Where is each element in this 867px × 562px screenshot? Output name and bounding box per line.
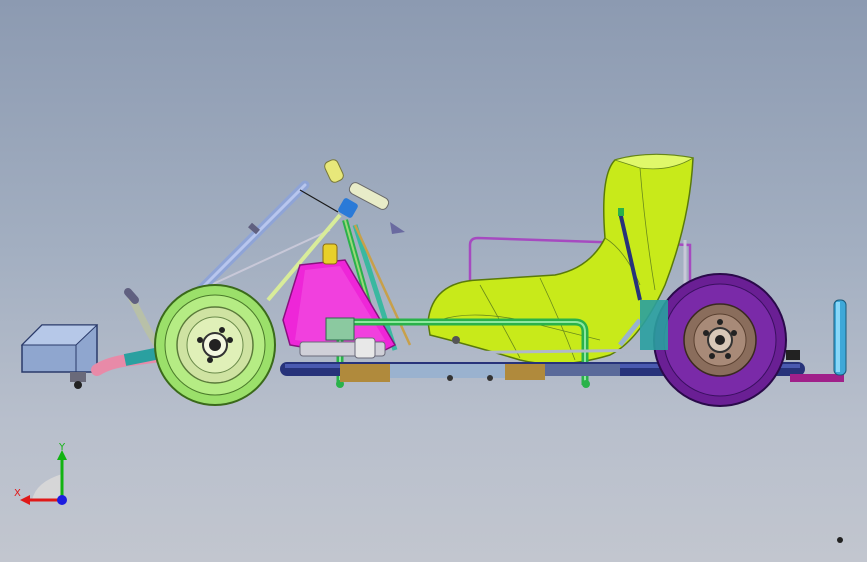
y-axis-label: Y [58,442,66,453]
triad-plane [32,474,62,500]
x-axis-label: X [14,488,21,499]
front-bumper[interactable] [20,324,99,389]
z-axis-dot [57,495,67,505]
front-tube[interactable] [91,288,167,376]
axis-triad: Y X [14,442,67,505]
x-axis-arrow-icon [20,495,30,505]
cad-viewport[interactable]: Y X [0,0,867,562]
front-wheel[interactable] [154,284,276,406]
go-kart-model[interactable] [0,0,867,562]
rear-wheel[interactable] [653,273,787,407]
